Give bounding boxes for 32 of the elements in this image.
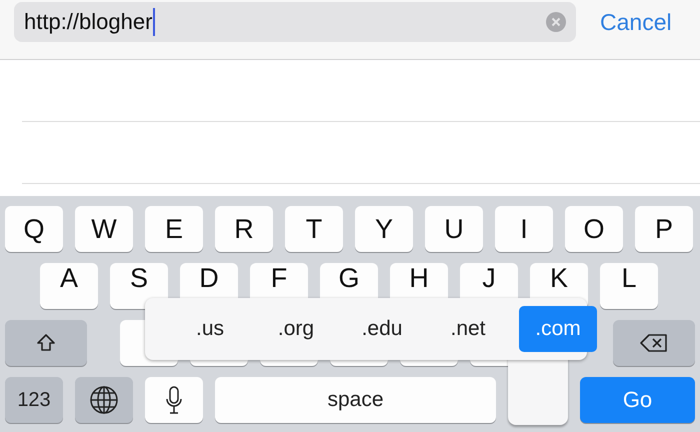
shift-key[interactable] bbox=[5, 320, 87, 366]
letter-key[interactable]: T bbox=[285, 206, 343, 252]
letter-key[interactable]: L bbox=[600, 263, 658, 309]
domain-option[interactable]: .us bbox=[167, 306, 253, 352]
letter-key[interactable]: Y bbox=[355, 206, 413, 252]
letter-key[interactable]: Q bbox=[5, 206, 63, 252]
letter-key[interactable]: P bbox=[635, 206, 693, 252]
domain-option[interactable]: .edu bbox=[339, 306, 425, 352]
delete-key[interactable] bbox=[613, 320, 695, 366]
letter-key[interactable]: O bbox=[565, 206, 623, 252]
domain-option[interactable]: .com bbox=[519, 306, 597, 352]
letter-key[interactable]: A bbox=[40, 263, 98, 309]
letter-key[interactable]: E bbox=[145, 206, 203, 252]
go-key[interactable]: Go bbox=[580, 377, 695, 423]
domain-option[interactable]: .org bbox=[253, 306, 339, 352]
letter-key[interactable]: S bbox=[110, 263, 168, 309]
url-field[interactable]: http://blogher bbox=[14, 2, 576, 42]
globe-key[interactable] bbox=[75, 377, 133, 423]
dictation-key[interactable] bbox=[145, 377, 203, 423]
cancel-button[interactable]: Cancel bbox=[596, 2, 676, 42]
shift-icon bbox=[35, 332, 57, 354]
letter-key[interactable]: W bbox=[75, 206, 133, 252]
letter-key[interactable]: R bbox=[215, 206, 273, 252]
delete-icon bbox=[639, 332, 669, 354]
domain-option[interactable]: .net bbox=[425, 306, 511, 352]
text-cursor bbox=[153, 8, 156, 36]
globe-icon bbox=[89, 385, 119, 415]
space-key[interactable]: space bbox=[215, 377, 496, 423]
microphone-icon bbox=[165, 385, 183, 415]
letter-key[interactable]: I bbox=[495, 206, 553, 252]
numbers-key[interactable]: 123 bbox=[5, 377, 63, 423]
letter-key[interactable]: U bbox=[425, 206, 483, 252]
